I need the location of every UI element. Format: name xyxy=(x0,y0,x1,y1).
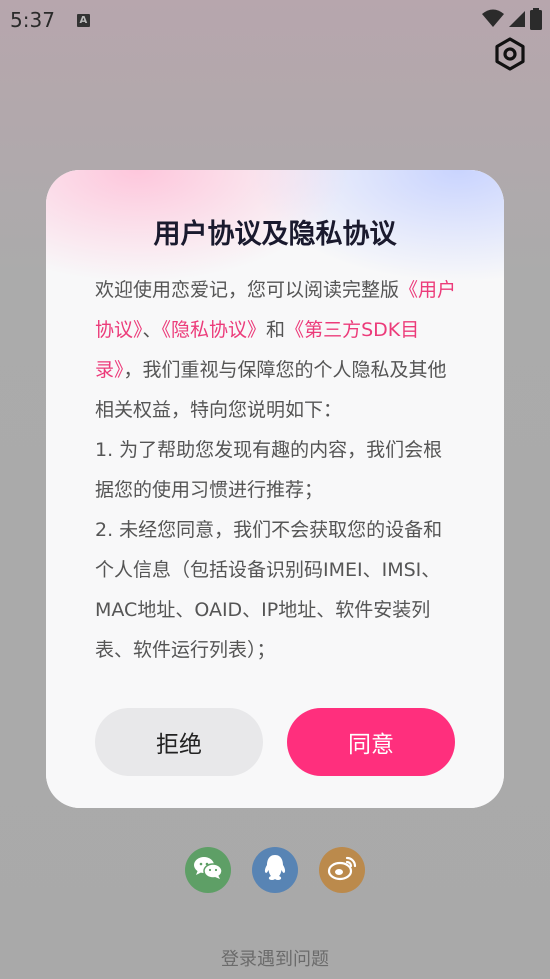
point-1: 1. 为了帮助您发现有趣的内容，我们会根据您的使用习惯进行推荐； xyxy=(95,439,443,501)
privacy-policy-link[interactable]: 《隐私协议》 xyxy=(162,319,267,341)
status-bar: 5:37 A xyxy=(0,0,550,40)
qq-icon xyxy=(263,854,287,886)
wifi-icon xyxy=(482,9,504,34)
intro-suffix: ，我们重视与保障您的个人隐私及其他相关权益，特向您说明如下： xyxy=(95,359,447,421)
signal-icon xyxy=(508,9,526,34)
notification-icon: A xyxy=(76,13,90,27)
status-time: 5:37 xyxy=(10,8,55,32)
dialog-body: 欢迎使用恋爱记，您可以阅读完整版《用户协议》、《隐私协议》和《第三方SDK目录》… xyxy=(95,270,458,670)
privacy-dialog: 用户协议及隐私协议 欢迎使用恋爱记，您可以阅读完整版《用户协议》、《隐私协议》和… xyxy=(46,170,504,808)
login-issue-link[interactable]: 登录遇到问题 xyxy=(0,945,550,971)
wechat-login-button[interactable] xyxy=(185,847,231,893)
reject-button[interactable]: 拒绝 xyxy=(95,708,263,776)
separator: 、 xyxy=(142,319,162,341)
status-icons xyxy=(482,8,542,35)
separator: 和 xyxy=(266,319,286,341)
intro-prefix: 欢迎使用恋爱记，您可以阅读完整版 xyxy=(95,279,400,301)
agree-button[interactable]: 同意 xyxy=(287,708,455,776)
dialog-title: 用户协议及隐私协议 xyxy=(153,219,397,250)
weibo-login-button[interactable] xyxy=(319,847,365,893)
weibo-icon xyxy=(327,855,357,885)
battery-icon xyxy=(530,8,542,35)
wechat-icon xyxy=(193,855,223,885)
settings-button[interactable] xyxy=(492,37,528,75)
settings-icon xyxy=(494,37,526,75)
intro-paragraph: 欢迎使用恋爱记，您可以阅读完整版《用户协议》、《隐私协议》和《第三方SDK目录》… xyxy=(95,270,458,430)
point-2: 2. 未经您同意，我们不会获取您的设备和个人信息（包括设备识别码IMEI、IMS… xyxy=(95,519,443,661)
qq-login-button[interactable] xyxy=(252,847,298,893)
